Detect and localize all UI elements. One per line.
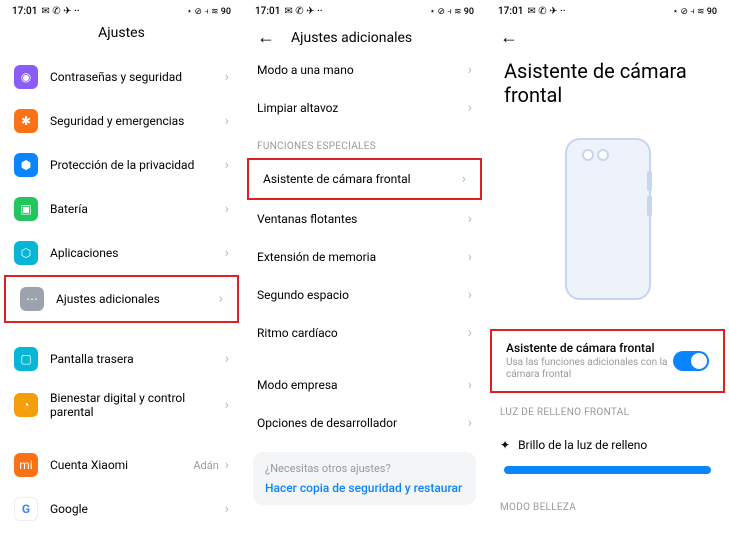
row-privacidad[interactable]: ⬢ Protección de la privacidad › (0, 143, 243, 187)
more-icon: ⋯ (20, 287, 44, 311)
row-modo-una-mano[interactable]: Modo a una mano › (243, 51, 486, 89)
row-bateria[interactable]: ▣ Batería › (0, 187, 243, 231)
brightness-icon: ✦ (500, 438, 510, 452)
row-seguridad-emergencias[interactable]: ✱ Seguridad y emergencias › (0, 99, 243, 143)
chevron-right-icon: › (468, 100, 472, 116)
row-brillo-relleno: ✦ Brillo de la luz de relleno (486, 424, 729, 460)
wellbeing-icon: ◔ (14, 393, 38, 417)
row-toggle-asistente[interactable]: Asistente de cámara frontal Usa las func… (490, 329, 725, 393)
brightness-slider[interactable] (504, 466, 711, 474)
chevron-right-icon: › (468, 415, 472, 431)
back-button[interactable]: ← (257, 29, 275, 47)
page-title: Asistente de cámara frontal (486, 51, 729, 121)
row-opciones-desarrollador[interactable]: Opciones de desarrollador › (243, 404, 486, 442)
emergency-icon: ✱ (14, 109, 38, 133)
chevron-right-icon: › (225, 501, 229, 517)
phone-illustration (548, 131, 668, 311)
section-luz-relleno: LUZ DE RELLENO FRONTAL (486, 393, 729, 424)
row-limpiar-altavoz[interactable]: Limpiar altavoz › (243, 89, 486, 127)
shield-icon: ◉ (14, 65, 38, 89)
chevron-right-icon: › (468, 377, 472, 393)
chevron-right-icon: › (225, 157, 229, 173)
row-asistente-camara-frontal[interactable]: Asistente de cámara frontal › (247, 158, 482, 200)
prompt-box: ¿Necesitas otros ajustes? Hacer copia de… (253, 452, 476, 505)
chevron-right-icon: › (225, 351, 229, 367)
row-ritmo-cardiaco[interactable]: Ritmo cardíaco › (243, 314, 486, 352)
back-button[interactable]: ← (500, 29, 518, 47)
chevron-right-icon: › (468, 62, 472, 78)
rear-display-icon: ▢ (14, 347, 38, 371)
chevron-right-icon: › (468, 325, 472, 341)
status-bar: 17:01✉ ✆ ✈ ·· ⋆ ⊘ ⫞ ≋ 90 (243, 0, 486, 21)
row-segundo-espacio[interactable]: Segundo espacio › (243, 276, 486, 314)
section-modo-belleza: MODO BELLEZA (486, 488, 729, 519)
section-funciones-especiales: FUNCIONES ESPECIALES (243, 127, 486, 158)
chevron-right-icon: › (219, 291, 223, 307)
chevron-right-icon: › (225, 113, 229, 129)
chevron-right-icon: › (225, 245, 229, 261)
row-cuentas-sync[interactable]: ⟳ Cuentas y sincronización › (0, 531, 243, 540)
chevron-right-icon: › (462, 171, 466, 187)
chevron-right-icon: › (468, 249, 472, 265)
chevron-right-icon: › (225, 457, 229, 473)
row-contrasenas[interactable]: ◉ Contraseñas y seguridad › (0, 55, 243, 99)
row-pantalla-trasera[interactable]: ▢ Pantalla trasera › (0, 337, 243, 381)
xiaomi-icon: mi (14, 453, 38, 477)
row-google[interactable]: G Google › (0, 487, 243, 531)
chevron-right-icon: › (225, 69, 229, 85)
row-aplicaciones[interactable]: ⬡ Aplicaciones › (0, 231, 243, 275)
row-bienestar[interactable]: ◔ Bienestar digital y control parental › (0, 381, 243, 429)
privacy-icon: ⬢ (14, 153, 38, 177)
toggle-switch[interactable] (673, 351, 709, 371)
google-icon: G (14, 497, 38, 521)
chevron-right-icon: › (225, 201, 229, 217)
apps-icon: ⬡ (14, 241, 38, 265)
backup-restore-link[interactable]: Hacer copia de seguridad y restaurar (265, 481, 464, 495)
status-bar: 17:01✉ ✆ ✈ ·· ⋆ ⊘ ⫞ ≋ 90 (0, 0, 243, 21)
row-modo-empresa[interactable]: Modo empresa › (243, 366, 486, 404)
chevron-right-icon: › (225, 397, 229, 413)
row-cuenta-xiaomi[interactable]: mi Cuenta Xiaomi Adán › (0, 443, 243, 487)
chevron-right-icon: › (468, 211, 472, 227)
chevron-right-icon: › (468, 287, 472, 303)
prompt-question: ¿Necesitas otros ajustes? (265, 462, 464, 475)
battery-icon: ▣ (14, 197, 38, 221)
row-extension-memoria[interactable]: Extensión de memoria › (243, 238, 486, 276)
row-ajustes-adicionales[interactable]: ⋯ Ajustes adicionales › (4, 275, 239, 323)
row-ventanas-flotantes[interactable]: Ventanas flotantes › (243, 200, 486, 238)
page-title: Ajustes adicionales (291, 30, 412, 46)
page-title: Ajustes (98, 25, 145, 41)
status-bar: 17:01✉ ✆ ✈ ·· ⋆ ⊘ ⫞ ≋ 90 (486, 0, 729, 21)
